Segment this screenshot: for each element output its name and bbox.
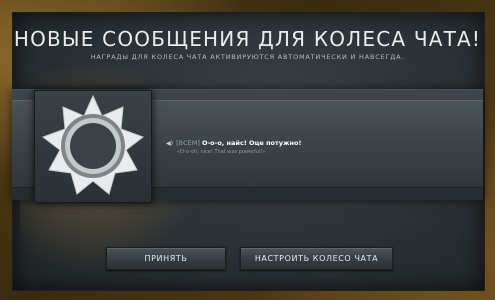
dialog-title: НОВЫЕ СООБЩЕНИЯ ДЛЯ КОЛЕСА ЧАТА! [13, 27, 482, 51]
configure-chat-wheel-button[interactable]: НАСТРОИТЬ КОЛЕСО ЧАТА [240, 247, 393, 270]
accept-button[interactable]: ПРИНЯТЬ [106, 247, 226, 270]
chat-translation: «O-o-oh, nice! That was powerful!» [177, 149, 266, 155]
compass-emblem-icon [41, 94, 145, 195]
speaker-icon[interactable]: ◀) [166, 140, 174, 147]
chat-message: О-о-о, найс! Оце потужно! [201, 139, 302, 147]
reward-icon-frame [34, 90, 152, 203]
chat-preview-line: ◀) [ВСЕМ] О-о-о, найс! Оце потужно! [166, 139, 301, 147]
channel-tag: [ВСЕМ] [176, 139, 200, 147]
dialog-subtitle: НАГРАДЫ ДЛЯ КОЛЕСА ЧАТА АКТИВИРУЮТСЯ АВТ… [90, 53, 405, 61]
